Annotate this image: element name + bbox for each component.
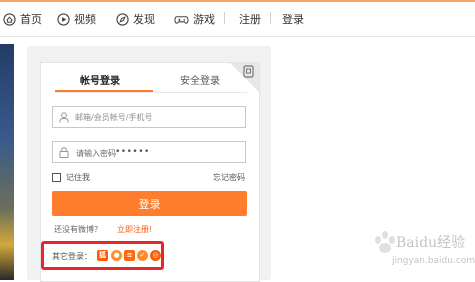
password-mask: ••••••: [115, 147, 150, 157]
nav-game[interactable]: 游戏: [174, 10, 215, 28]
forgot-password-link[interactable]: 忘记密码: [213, 172, 245, 183]
sohu-icon[interactable]: 狐: [97, 250, 108, 261]
nav-login[interactable]: 登录: [282, 10, 304, 28]
watermark-url: jingyan.baidu.com: [392, 256, 475, 266]
other-login-label: 其它登录：: [52, 252, 92, 261]
home-icon: [3, 12, 16, 26]
tab-account-login[interactable]: 帐号登录: [80, 72, 120, 87]
nav-discover[interactable]: 发现: [116, 10, 155, 28]
lock-icon: [59, 147, 69, 158]
compass-icon: [116, 12, 129, 26]
nav-discover-label: 发现: [133, 13, 155, 26]
qq-icon[interactable]: ●: [111, 250, 122, 261]
banner-image: [0, 44, 14, 280]
username-field-box: [52, 106, 246, 128]
nav-home-label: 首页: [20, 13, 42, 26]
top-nav: 首页 视频 发现 游戏 注册 登录: [0, 0, 475, 37]
video-icon: [57, 12, 70, 26]
nav-home[interactable]: 首页: [3, 10, 42, 28]
watermark-title: Baidu经验: [396, 235, 466, 251]
nav-game-label: 游戏: [193, 13, 215, 26]
nav-divider: [224, 12, 225, 24]
renren-icon[interactable]: ◎: [150, 250, 161, 261]
tab-secure-login[interactable]: 安全登录: [180, 72, 220, 87]
tab-divider: [55, 92, 247, 93]
qr-switch-icon[interactable]: [229, 62, 259, 92]
username-input[interactable]: [75, 109, 241, 125]
active-tab-indicator: [55, 90, 153, 92]
login-button[interactable]: 登录: [52, 191, 247, 216]
register-now-link[interactable]: 立即注册!: [117, 224, 152, 235]
nav-video-label: 视频: [74, 13, 96, 26]
tab-secure-login-label: 安全登录: [180, 76, 220, 87]
nav-register-label: 注册: [239, 13, 261, 26]
stack-icon[interactable]: ≡: [124, 250, 135, 261]
weibo-icon[interactable]: ✓: [137, 250, 148, 261]
login-button-label: 登录: [138, 197, 161, 211]
nav-divider: [270, 12, 271, 24]
nav-video[interactable]: 视频: [57, 10, 96, 28]
nav-login-label: 登录: [282, 13, 304, 26]
remember-label: 记住我: [66, 173, 90, 182]
remember-checkbox[interactable]: [52, 173, 61, 182]
gamepad-icon: [174, 15, 189, 24]
no-account-text: 还没有微博？: [54, 225, 102, 234]
password-input[interactable]: 请输入密码: [76, 148, 116, 159]
tab-account-login-label: 帐号登录: [80, 76, 120, 87]
user-icon: [59, 112, 69, 123]
nav-accent-line: [0, 0, 475, 2]
nav-register[interactable]: 注册: [239, 10, 261, 28]
